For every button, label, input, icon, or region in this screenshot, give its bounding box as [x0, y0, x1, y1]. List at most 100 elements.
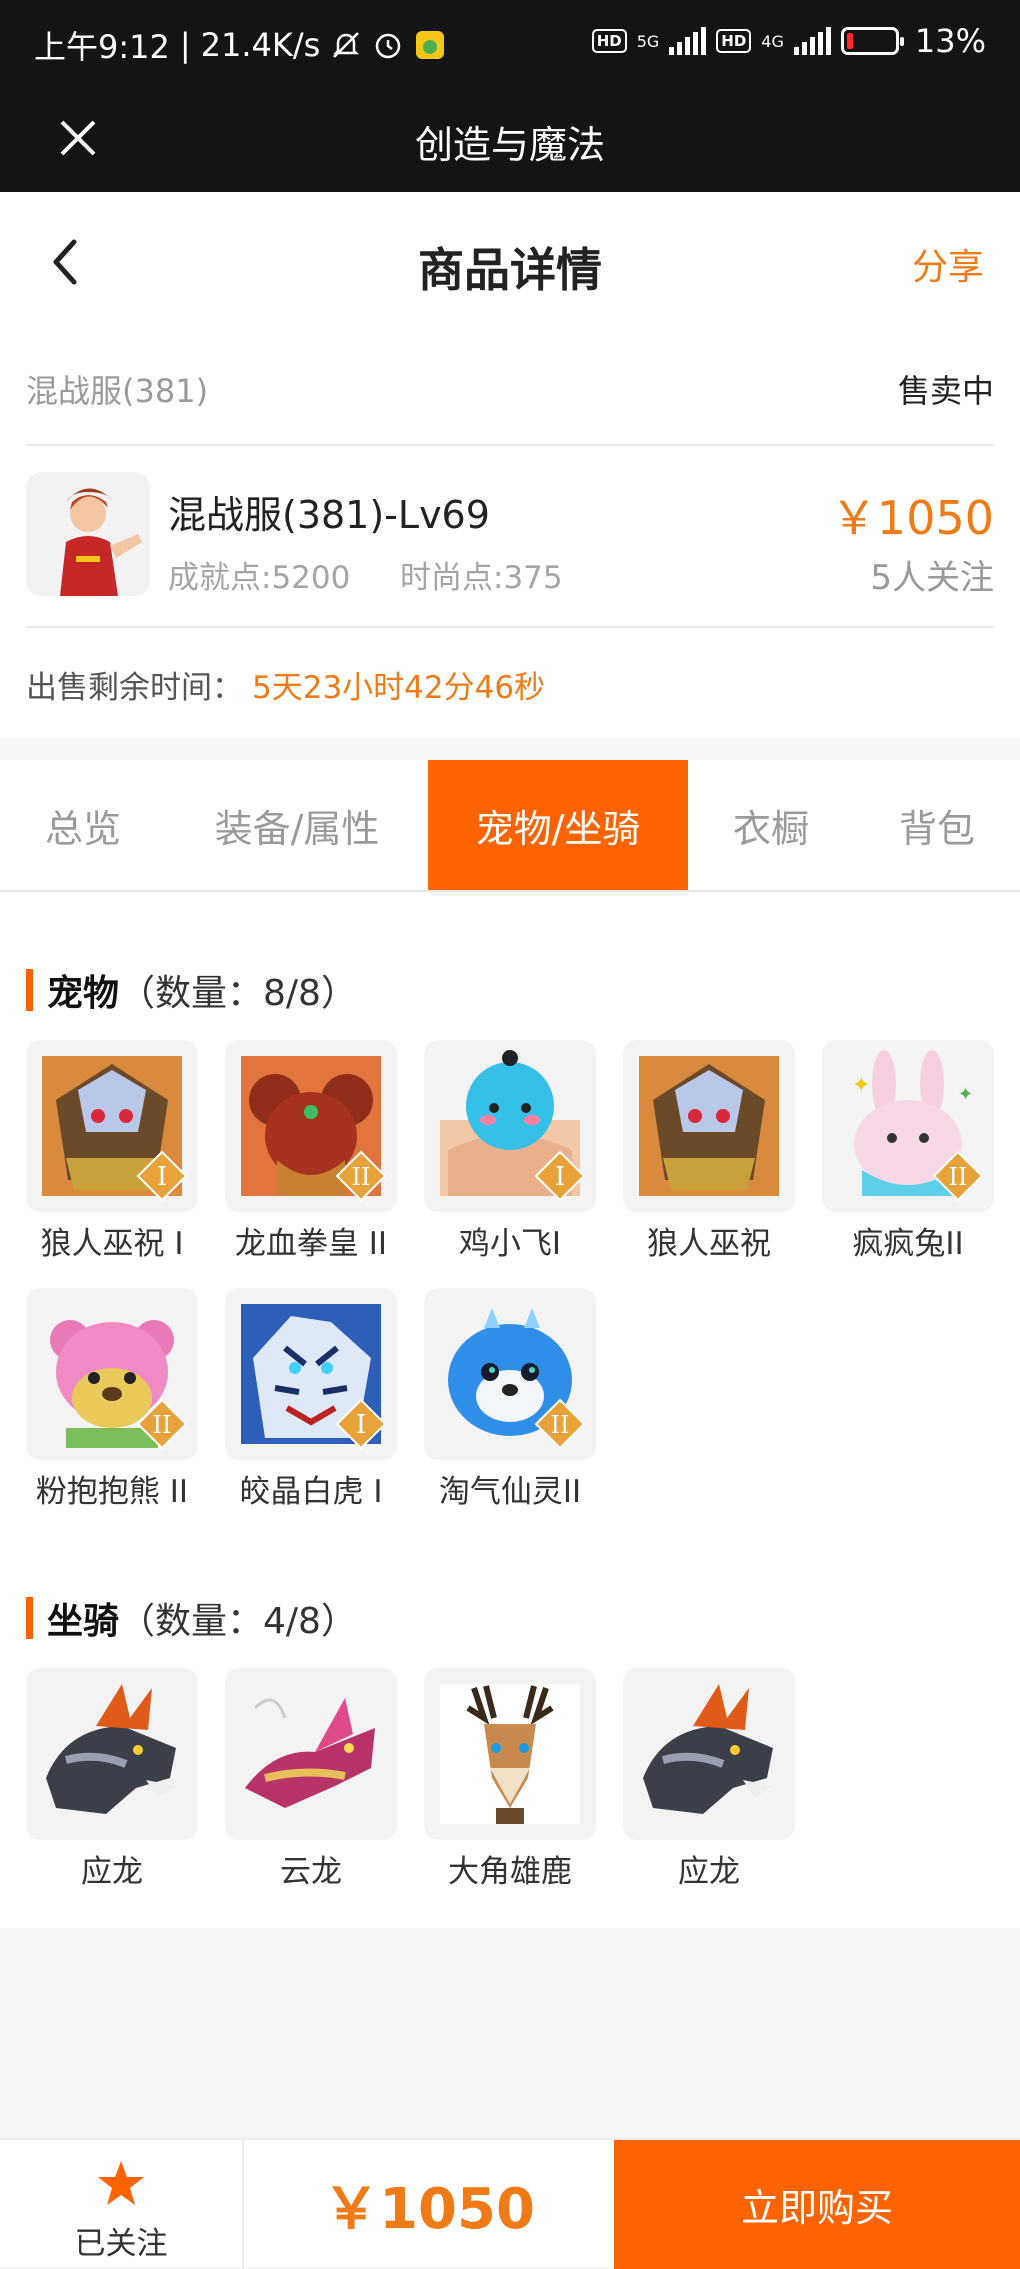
footer-price: ￥1050: [323, 2177, 535, 2242]
signal-4g-icon: [793, 27, 831, 55]
product-name: 混战服(381)-Lv69: [168, 493, 490, 537]
pets-mounts-panel: 宠物 （数量：8/8） I 狼人巫祝 I II 龙血拳皇 II I 鸡小飞I 狼…: [0, 892, 1020, 1928]
pet-name: 皎晶白虎 I: [239, 1474, 383, 1510]
clock: 上午9:12: [34, 28, 170, 66]
pet-item[interactable]: 狼人巫祝: [623, 1040, 795, 1288]
tab-bar: 总览 装备/属性 宠物/坐骑 衣橱 背包: [0, 760, 1020, 892]
dragon-boxer-pet-icon: II: [225, 1040, 397, 1212]
follow-button[interactable]: 已关注: [0, 2140, 244, 2269]
pet-item[interactable]: ✦ ✦ II 疯疯兔II: [822, 1040, 994, 1288]
5g-label: 5G: [636, 31, 660, 51]
product-detail-page: 商品详情 分享 混战服(381) 售卖中 混战服(381)-Lv69 成就点:5…: [0, 192, 1020, 1928]
tab-wardrobe[interactable]: 衣橱: [688, 760, 854, 890]
remaining-time-value: 5天23小时42分46秒: [252, 670, 546, 706]
alarm-icon: [372, 29, 404, 61]
server-name: 混战服(381): [26, 372, 209, 410]
4g-label: 4G: [761, 31, 784, 51]
deer-mount-icon: [424, 1668, 596, 1840]
page-title: 商品详情: [418, 243, 602, 297]
tab-pets-mounts[interactable]: 宠物/坐骑: [428, 760, 688, 890]
pet-name: 狼人巫祝: [647, 1226, 771, 1262]
dragon-mount-icon: [623, 1668, 795, 1840]
remaining-time-row: 出售剩余时间： 5天23小时42分46秒: [26, 628, 994, 738]
pets-count: （数量：8/8）: [119, 973, 357, 1014]
section-marker: [26, 969, 33, 1011]
tab-backpack[interactable]: 背包: [854, 760, 1020, 890]
blue-spirit-pet-icon: II: [424, 1288, 596, 1460]
bottom-action-bar: 已关注 ￥1050 立即购买: [0, 2138, 1020, 2269]
tier-badge-icon: II: [932, 1150, 984, 1202]
fashion-points: 时尚点:375: [400, 560, 563, 596]
cloud-dragon-mount-icon: [225, 1668, 397, 1840]
page-header: 商品详情 分享: [0, 192, 1020, 332]
pet-item[interactable]: I 皎晶白虎 I: [225, 1288, 397, 1536]
character-avatar: [26, 472, 150, 596]
mount-item[interactable]: 应龙: [623, 1668, 795, 1890]
pet-name: 粉抱抱熊 II: [35, 1474, 189, 1510]
star-icon: [98, 2161, 144, 2205]
tier-badge-icon: II: [136, 1398, 188, 1450]
pet-name: 疯疯兔II: [852, 1226, 964, 1262]
follower-count: 5人关注: [870, 558, 994, 598]
mount-item[interactable]: 大角雄鹿: [424, 1668, 596, 1890]
mount-item[interactable]: 云龙: [225, 1668, 397, 1890]
tab-equipment[interactable]: 装备/属性: [166, 760, 428, 890]
tier-badge-icon: I: [534, 1150, 586, 1202]
app-title: 创造与魔法: [414, 123, 605, 167]
hd-icon: HD: [716, 29, 752, 53]
share-button[interactable]: 分享: [912, 238, 984, 290]
remaining-time-label: 出售剩余时间：: [26, 670, 243, 706]
follow-label: 已关注: [74, 2226, 168, 2262]
pet-item[interactable]: I 鸡小飞I: [424, 1040, 596, 1288]
tier-badge-icon: II: [335, 1150, 387, 1202]
svg-text:II: II: [949, 1163, 968, 1191]
pink-bear-pet-icon: II: [26, 1288, 198, 1460]
mounts-grid: 应龙 云龙 大角雄鹿 应龙: [26, 1668, 994, 1890]
pet-item[interactable]: I 狼人巫祝 I: [26, 1040, 198, 1288]
signal-5g-icon: [669, 27, 707, 55]
svg-text:I: I: [356, 1410, 366, 1440]
tier-badge-icon: II: [534, 1398, 586, 1450]
product-summary: 混战服(381)-Lv69 成就点:5200 时尚点:375 ￥1050 5人关…: [26, 446, 994, 628]
pet-name: 狼人巫祝 I: [40, 1226, 184, 1262]
mounts-section-title: 坐骑 （数量：4/8）: [26, 1592, 357, 1644]
battery-icon: [840, 27, 904, 55]
svg-text:I: I: [157, 1162, 167, 1192]
status-bar: 上午9:12 | 21.4K/s HD 5G HD 4G 13%: [0, 0, 1020, 88]
server-row: 混战服(381) 售卖中: [26, 332, 994, 446]
hd-icon: HD: [591, 29, 627, 53]
pet-item[interactable]: II 淘气仙灵II: [424, 1288, 596, 1536]
battery-level: 13%: [914, 22, 986, 60]
pet-name: 淘气仙灵II: [438, 1474, 582, 1510]
mount-item[interactable]: 应龙: [26, 1668, 198, 1890]
svg-text:II: II: [352, 1163, 371, 1191]
section-marker: [26, 1597, 33, 1639]
chick-pet-icon: I: [424, 1040, 596, 1212]
mount-name: 大角雄鹿: [448, 1854, 572, 1890]
mounts-heading: 坐骑: [47, 1601, 120, 1642]
wolf-shaman-pet-icon: [623, 1040, 795, 1212]
achievement-points: 成就点:5200: [168, 560, 351, 596]
network-speed: 21.4K/s: [200, 26, 321, 64]
mount-name: 云龙: [280, 1854, 342, 1890]
dragon-mount-icon: [26, 1668, 198, 1840]
svg-text:✦: ✦: [852, 1073, 870, 1098]
svg-text:✦: ✦: [958, 1084, 973, 1105]
app-title-bar: 创造与魔法: [0, 88, 1020, 192]
pet-item[interactable]: II 龙血拳皇 II: [225, 1040, 397, 1288]
pet-name: 鸡小飞I: [458, 1226, 562, 1262]
pets-heading: 宠物: [47, 973, 120, 1014]
svg-text:I: I: [555, 1162, 565, 1192]
mount-name: 应龙: [81, 1854, 143, 1890]
section-gap: [0, 738, 1020, 760]
rabbit-pet-icon: ✦ ✦ II: [822, 1040, 994, 1212]
tier-badge-icon: I: [335, 1398, 387, 1450]
tab-overview[interactable]: 总览: [0, 760, 166, 890]
wolf-shaman-pet-icon: I: [26, 1040, 198, 1212]
pets-grid: I 狼人巫祝 I II 龙血拳皇 II I 鸡小飞I 狼人巫祝 ✦ ✦ II 疯…: [26, 1040, 994, 1536]
sale-status: 售卖中: [897, 372, 994, 410]
mount-name: 应龙: [678, 1854, 740, 1890]
buy-now-button[interactable]: 立即购买: [614, 2140, 1020, 2269]
pet-item[interactable]: II 粉抱抱熊 II: [26, 1288, 198, 1536]
svg-text:II: II: [153, 1411, 172, 1439]
